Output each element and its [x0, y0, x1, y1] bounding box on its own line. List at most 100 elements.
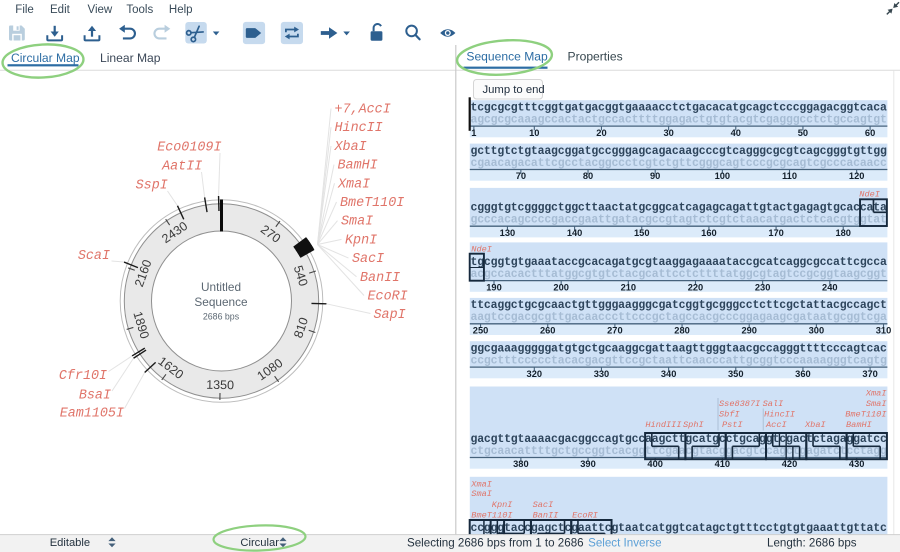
svg-text:ccgggtaccgagctcgaattcgtaatcatg: ccgggtaccgagctcgaattcgtaatcatggtcatagctg… [471, 522, 887, 535]
svg-text:Eco0109I: Eco0109I [157, 141, 221, 156]
svg-text:280: 280 [674, 326, 690, 336]
svg-text:EcoRI: EcoRI [368, 290, 408, 305]
svg-text:AccI: AccI [765, 420, 787, 430]
svg-text:SphI: SphI [683, 420, 704, 430]
svg-text:XmaI: XmaI [337, 177, 370, 192]
svg-text:410: 410 [715, 459, 731, 469]
svg-text:Eam1105I: Eam1105I [60, 407, 124, 422]
svg-text:XbaI: XbaI [334, 140, 367, 155]
svg-text:SacI: SacI [352, 252, 384, 267]
svg-text:KpnI: KpnI [492, 500, 513, 510]
svg-text:200: 200 [553, 282, 569, 292]
svg-text:EcoRI: EcoRI [572, 511, 598, 521]
svg-text:SacI: SacI [533, 500, 554, 510]
svg-text:2686 bps: 2686 bps [203, 311, 240, 321]
svg-text:Select Inverse: Select Inverse [588, 537, 661, 550]
svg-text:XmaI: XmaI [470, 480, 492, 490]
svg-text:Circular: Circular [240, 537, 279, 549]
svg-text:Properties: Properties [568, 50, 623, 64]
svg-text:BamHI: BamHI [846, 420, 872, 430]
svg-text:HincII: HincII [764, 410, 795, 420]
svg-text:50: 50 [798, 128, 808, 138]
svg-text:SmaI: SmaI [471, 489, 492, 499]
svg-text:SapI: SapI [374, 308, 406, 323]
svg-text:Editable: Editable [50, 537, 90, 549]
svg-text:150: 150 [634, 228, 650, 238]
svg-text:420: 420 [782, 459, 798, 469]
svg-text:BmeT110I: BmeT110I [340, 196, 404, 211]
svg-text:ScaI: ScaI [78, 249, 110, 264]
svg-text:Linear Map: Linear Map [100, 51, 161, 65]
svg-text:Length: 2686 bps: Length: 2686 bps [767, 537, 857, 550]
svg-text:Jump to end: Jump to end [483, 84, 545, 96]
svg-text:SmaI: SmaI [341, 215, 373, 230]
svg-text:20: 20 [596, 128, 606, 138]
svg-text:SmaI: SmaI [866, 399, 887, 409]
svg-text:160: 160 [701, 228, 717, 238]
svg-text:+7,AccI: +7,AccI [335, 103, 391, 118]
svg-text:SspI: SspI [136, 179, 168, 194]
svg-text:BmeT110I: BmeT110I [471, 511, 512, 521]
svg-text:400: 400 [647, 459, 663, 469]
svg-text:90: 90 [650, 171, 660, 181]
svg-text:250: 250 [473, 326, 489, 336]
svg-text:220: 220 [688, 282, 704, 292]
svg-text:SbfI: SbfI [719, 410, 740, 420]
svg-text:Sse8387I: Sse8387I [719, 399, 760, 409]
svg-text:1: 1 [471, 128, 476, 138]
svg-text:ccgctttccccctacacgacgttccgctaa: ccgctttccccctacacgacgttccgctaattcaacccat… [471, 355, 887, 368]
svg-text:210: 210 [621, 282, 637, 292]
svg-text:310: 310 [876, 326, 892, 336]
svg-text:gcttgtctgtaagcggatgccgggagcaga: gcttgtctgtaagcggatgccgggagcagacaagcccgtc… [471, 145, 887, 158]
svg-text:430: 430 [849, 459, 865, 469]
svg-text:HindIII: HindIII [645, 420, 681, 430]
svg-text:240: 240 [822, 282, 838, 292]
svg-text:Selecting 2686 bps from 1 to 2: Selecting 2686 bps from 1 to 2686 [407, 537, 584, 550]
svg-text:SalI: SalI [763, 399, 784, 409]
svg-text:ttcaggctgcgcaactgttgggaagggcga: ttcaggctgcgcaactgttgggaagggcgatcggtgcggg… [471, 299, 887, 312]
svg-text:170: 170 [768, 228, 784, 238]
svg-text:Sequence: Sequence [194, 295, 248, 309]
svg-text:140: 140 [567, 228, 583, 238]
svg-text:AatII: AatII [161, 160, 202, 175]
svg-text:60: 60 [865, 128, 875, 138]
svg-text:Edit: Edit [50, 4, 71, 16]
svg-text:View: View [88, 4, 113, 16]
svg-text:aagtccgacgcgttgacaacccttcccgct: aagtccgacgcgttgacaacccttcccgctagccacgccc… [471, 311, 887, 324]
svg-text:acgccacactttatggcgtgtctacgcatt: acgccacactttatggcgtgtctacgcattcctcttttat… [471, 268, 887, 281]
svg-text:HincII: HincII [335, 121, 383, 136]
svg-text:cgaacagacattcgcctacggccctcgtct: cgaacagacattcgcctacggccctcgtctgttcgggcag… [471, 157, 887, 170]
svg-text:Cfr10I: Cfr10I [59, 369, 107, 384]
svg-text:340: 340 [661, 369, 677, 379]
svg-text:Help: Help [169, 4, 193, 16]
svg-text:agcgcgcaaagccactactgccacttttgg: agcgcgcaaagccactactgccacttttggagactgtgta… [471, 114, 887, 127]
svg-text:Tools: Tools [126, 4, 153, 16]
svg-text:gacgttgtaaaacgacggccagtgccaagc: gacgttgtaaaacgacggccagtgccaagcttgcatgcct… [471, 433, 887, 446]
svg-text:130: 130 [500, 228, 516, 238]
svg-text:120: 120 [849, 171, 865, 181]
svg-text:BamHI: BamHI [338, 159, 378, 174]
svg-text:NdeI: NdeI [859, 189, 880, 199]
svg-text:180: 180 [835, 228, 851, 238]
svg-text:tcgcgcgtttcggtgatgacggtgaaaacc: tcgcgcgtttcggtgatgacggtgaaaacctctgacacat… [471, 101, 887, 114]
svg-text:390: 390 [580, 459, 596, 469]
svg-text:350: 350 [728, 369, 744, 379]
svg-text:tgcggtgtgaaataccgcacagatgcgtaa: tgcggtgtgaaataccgcacagatgcgtaaggagaaaata… [471, 256, 887, 269]
svg-text:KpnI: KpnI [345, 233, 377, 248]
svg-text:270: 270 [607, 326, 623, 336]
svg-text:PstI: PstI [722, 420, 743, 430]
svg-text:70: 70 [516, 171, 526, 181]
svg-text:BsaI: BsaI [79, 389, 111, 404]
svg-text:190: 190 [486, 282, 502, 292]
svg-text:Sequence Map: Sequence Map [466, 50, 548, 64]
svg-text:110: 110 [782, 171, 797, 181]
svg-text:BanII: BanII [360, 271, 400, 286]
svg-text:360: 360 [795, 369, 811, 379]
svg-text:320: 320 [527, 369, 543, 379]
svg-text:XbaI: XbaI [804, 420, 826, 430]
svg-text:BmeT110I: BmeT110I [845, 410, 886, 420]
svg-text:100: 100 [715, 171, 731, 181]
svg-text:260: 260 [540, 326, 556, 336]
svg-text:330: 330 [594, 369, 610, 379]
svg-text:80: 80 [583, 171, 593, 181]
